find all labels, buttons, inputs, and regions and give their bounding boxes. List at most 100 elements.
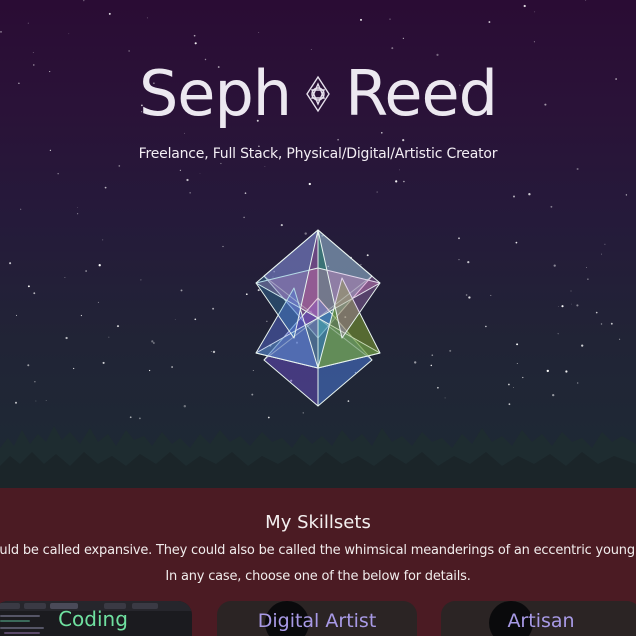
star xyxy=(403,180,405,183)
star xyxy=(581,344,584,347)
star xyxy=(533,41,535,43)
skill-card-digital-artist[interactable]: Digital Artist xyxy=(217,601,417,636)
skillsets-heading: My Skillsets xyxy=(265,512,371,533)
star xyxy=(97,301,99,303)
star xyxy=(467,261,470,264)
star xyxy=(199,173,201,174)
star xyxy=(546,369,549,373)
title-last-name: Reed xyxy=(345,56,498,130)
star xyxy=(77,207,78,209)
star xyxy=(444,397,446,399)
star xyxy=(73,367,75,370)
star xyxy=(33,292,36,295)
star xyxy=(595,311,598,314)
star xyxy=(395,180,398,183)
star xyxy=(102,361,105,364)
star xyxy=(210,351,212,353)
star xyxy=(140,279,142,281)
star xyxy=(108,336,110,338)
star xyxy=(565,370,568,373)
star xyxy=(146,17,148,19)
star xyxy=(587,278,589,280)
star xyxy=(516,343,519,346)
star xyxy=(171,366,174,368)
star xyxy=(508,383,510,386)
skill-card-coding[interactable]: Coding xyxy=(0,601,192,636)
forest-silhouette xyxy=(0,426,636,488)
star xyxy=(576,167,579,171)
star xyxy=(9,262,12,265)
star xyxy=(64,277,66,278)
title-first-name: Seph xyxy=(138,56,292,130)
star xyxy=(212,350,216,354)
star xyxy=(515,241,518,244)
star xyxy=(180,289,183,292)
star xyxy=(485,325,487,328)
stellated-octahedron-graphic[interactable] xyxy=(254,228,382,408)
star xyxy=(98,264,101,267)
star xyxy=(65,336,68,340)
skill-card-coding-label: Coding xyxy=(58,607,128,631)
star xyxy=(431,354,434,357)
star xyxy=(15,314,18,316)
star xyxy=(27,285,30,288)
star xyxy=(619,338,621,340)
skill-card-artisan[interactable]: Artisan xyxy=(441,601,636,636)
star xyxy=(625,194,628,196)
star xyxy=(151,340,154,343)
skillsets-description: could be called expansive. They could al… xyxy=(0,543,636,558)
star xyxy=(194,42,197,45)
star xyxy=(186,178,189,182)
star xyxy=(83,0,85,2)
star xyxy=(570,290,572,292)
star xyxy=(194,318,197,321)
star xyxy=(391,47,394,50)
star xyxy=(280,224,283,227)
star xyxy=(516,363,518,364)
skillsets-hint: In any case, choose one of the below for… xyxy=(165,569,471,584)
star xyxy=(179,169,182,172)
star xyxy=(577,382,579,384)
star xyxy=(116,325,120,328)
star xyxy=(20,208,22,210)
star xyxy=(458,237,460,240)
star xyxy=(45,400,47,402)
star xyxy=(557,333,559,335)
star xyxy=(251,393,254,396)
star xyxy=(389,18,391,20)
site-title: Seph Reed xyxy=(0,52,636,132)
star xyxy=(437,386,439,389)
star xyxy=(337,138,339,141)
star xyxy=(449,349,452,352)
star xyxy=(553,264,556,267)
star xyxy=(264,166,266,168)
star xyxy=(102,239,104,241)
star xyxy=(465,294,468,296)
star xyxy=(513,195,515,198)
star xyxy=(258,32,260,34)
star xyxy=(376,191,378,193)
star xyxy=(153,342,155,344)
star xyxy=(308,182,311,186)
star xyxy=(490,294,492,296)
skill-card-digital-artist-label: Digital Artist xyxy=(257,610,377,632)
star xyxy=(108,12,111,15)
star xyxy=(243,216,245,219)
star xyxy=(148,369,151,372)
star xyxy=(522,376,524,379)
seed-of-life-logo-icon xyxy=(306,75,330,113)
star xyxy=(15,401,17,404)
star xyxy=(528,193,531,196)
star xyxy=(576,304,579,307)
star xyxy=(77,213,79,215)
star xyxy=(35,400,37,402)
star xyxy=(27,22,29,24)
star xyxy=(601,253,602,255)
star xyxy=(585,0,587,1)
hero-section: Seph Reed Freelance, Full Stack, Physica… xyxy=(0,0,636,488)
star xyxy=(245,293,248,296)
star xyxy=(550,205,553,208)
star xyxy=(104,186,107,189)
star xyxy=(586,267,587,268)
star xyxy=(552,393,555,397)
